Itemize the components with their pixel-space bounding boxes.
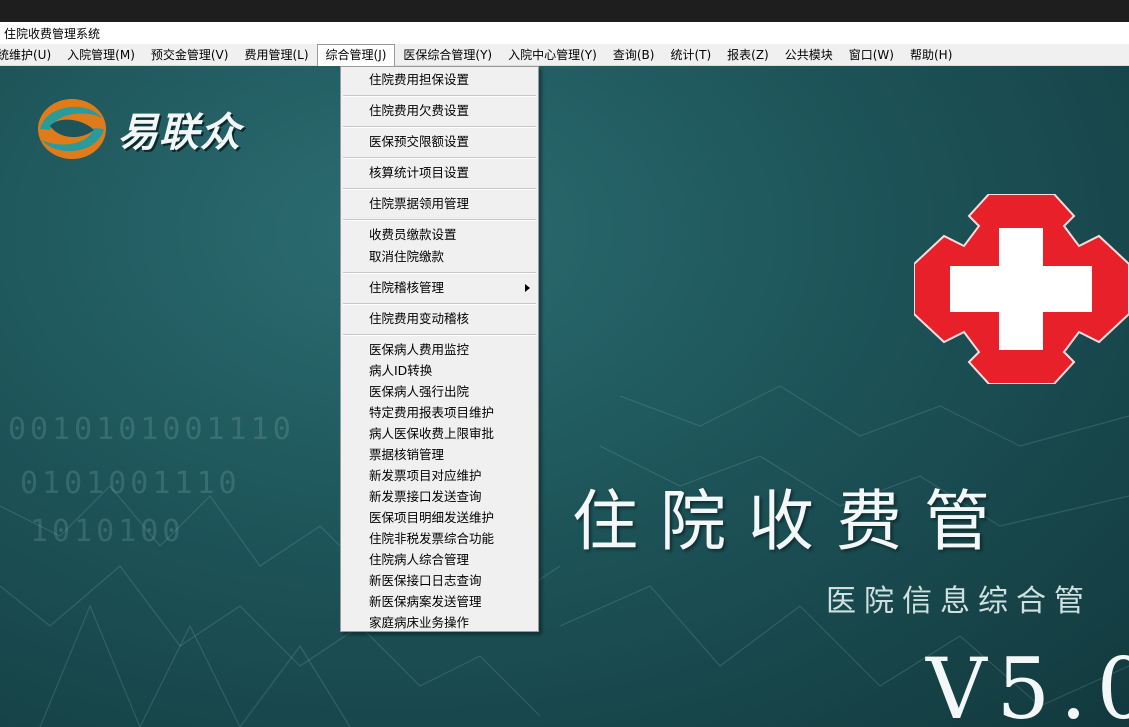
menu-item-insurance-case-send[interactable]: 新医保病案发送管理 bbox=[341, 591, 538, 612]
menu-item-cancel-inpatient-payment[interactable]: 取消住院缴款 bbox=[341, 246, 538, 268]
menu-item-insurance-deposit-limit[interactable]: 医保预交限额设置 bbox=[341, 131, 538, 153]
menu-separator bbox=[341, 153, 538, 162]
menu-item-arrears-settings[interactable]: 住院费用欠费设置 bbox=[341, 100, 538, 122]
menu-medical-insurance-management[interactable]: 医保综合管理(Y) bbox=[395, 44, 500, 66]
background-network-lines bbox=[0, 385, 1129, 727]
menu-item-forced-discharge[interactable]: 医保病人强行出院 bbox=[341, 381, 538, 402]
menu-item-home-bed-operations[interactable]: 家庭病床业务操作 bbox=[341, 612, 538, 633]
splash-sub-title: 医院信息综合管 bbox=[826, 584, 1092, 619]
menu-item-inpatient-comprehensive[interactable]: 住院病人综合管理 bbox=[341, 549, 538, 570]
menu-help[interactable]: 帮助(H) bbox=[902, 44, 960, 66]
menu-separator bbox=[341, 215, 538, 224]
menu-item-audit-management[interactable]: 住院稽核管理 bbox=[341, 277, 538, 299]
menu-item-special-fee-report-items[interactable]: 特定费用报表项目维护 bbox=[341, 402, 538, 423]
title-bar: 住院收费管理系统 bbox=[0, 22, 1129, 44]
menu-separator bbox=[341, 91, 538, 100]
comprehensive-management-dropdown: 住院费用担保设置 住院费用欠费设置 医保预交限额设置 核算统计项目设置 住院票据… bbox=[340, 66, 539, 632]
menu-item-new-invoice-interface-query[interactable]: 新发票接口发送查询 bbox=[341, 486, 538, 507]
menu-bar: 统维护(U) 入院管理(M) 预交金管理(V) 费用管理(L) 综合管理(J) … bbox=[0, 43, 1129, 66]
red-cross-icon bbox=[914, 194, 1129, 384]
menu-item-accounting-stat-items[interactable]: 核算统计项目设置 bbox=[341, 162, 538, 184]
menu-fee-management[interactable]: 费用管理(L) bbox=[236, 44, 316, 66]
splash-version: V5.0 bbox=[926, 640, 1129, 727]
menu-admission-center-management[interactable]: 入院中心管理(Y) bbox=[500, 44, 605, 66]
yilianzhong-logo-icon bbox=[38, 99, 106, 159]
menu-item-insurance-fee-monitoring[interactable]: 医保病人费用监控 bbox=[341, 339, 538, 360]
menu-admission-management[interactable]: 入院管理(M) bbox=[59, 44, 143, 66]
menu-item-invoice-writeoff-management[interactable]: 票据核销管理 bbox=[341, 444, 538, 465]
menu-item-insurance-fee-cap-approval[interactable]: 病人医保收费上限审批 bbox=[341, 423, 538, 444]
company-logo: 易联众 bbox=[36, 96, 241, 162]
background-binary-3: 1010100 bbox=[30, 514, 185, 549]
menu-query[interactable]: 查询(B) bbox=[605, 44, 663, 66]
splash-background: 0010101001110 0101001110 1010100 易联众 住院收… bbox=[0, 66, 1129, 727]
menu-item-cashier-payment-settings[interactable]: 收费员缴款设置 bbox=[341, 224, 538, 246]
logo-text: 易联众 bbox=[118, 109, 241, 156]
menu-item-patient-id-conversion[interactable]: 病人ID转换 bbox=[341, 360, 538, 381]
menu-item-audit-management-label: 住院稽核管理 bbox=[369, 280, 445, 295]
menu-statistics[interactable]: 统计(T) bbox=[662, 44, 719, 66]
menu-separator bbox=[341, 184, 538, 193]
top-dark-strip bbox=[0, 0, 1129, 22]
splash-main-title: 住院收费管 bbox=[572, 483, 1012, 560]
menu-separator bbox=[341, 299, 538, 308]
menu-reports[interactable]: 报表(Z) bbox=[719, 44, 777, 66]
menu-item-new-invoice-item-mapping[interactable]: 新发票项目对应维护 bbox=[341, 465, 538, 486]
menu-item-invoice-usage-management[interactable]: 住院票据领用管理 bbox=[341, 193, 538, 215]
menu-separator bbox=[341, 122, 538, 131]
menu-separator bbox=[341, 268, 538, 277]
menu-deposit-management[interactable]: 预交金管理(V) bbox=[143, 44, 237, 66]
background-binary-2: 0101001110 bbox=[20, 466, 241, 501]
menu-item-fee-change-audit[interactable]: 住院费用变动稽核 bbox=[341, 308, 538, 330]
menu-item-nontax-invoice-functions[interactable]: 住院非税发票综合功能 bbox=[341, 528, 538, 549]
menu-public-modules[interactable]: 公共模块 bbox=[777, 44, 841, 66]
menu-item-insurance-detail-send[interactable]: 医保项目明细发送维护 bbox=[341, 507, 538, 528]
menu-item-insurance-interface-log[interactable]: 新医保接口日志查询 bbox=[341, 570, 538, 591]
menu-system-maintenance[interactable]: 统维护(U) bbox=[0, 44, 59, 66]
menu-item-fee-guarantee-settings[interactable]: 住院费用担保设置 bbox=[341, 69, 538, 91]
window-title: 住院收费管理系统 bbox=[4, 26, 101, 41]
menu-separator bbox=[341, 330, 538, 339]
background-binary-1: 0010101001110 bbox=[8, 412, 295, 447]
menu-comprehensive-management[interactable]: 综合管理(J) bbox=[316, 43, 396, 66]
menu-window[interactable]: 窗口(W) bbox=[841, 44, 902, 66]
submenu-arrow-icon bbox=[525, 284, 530, 292]
